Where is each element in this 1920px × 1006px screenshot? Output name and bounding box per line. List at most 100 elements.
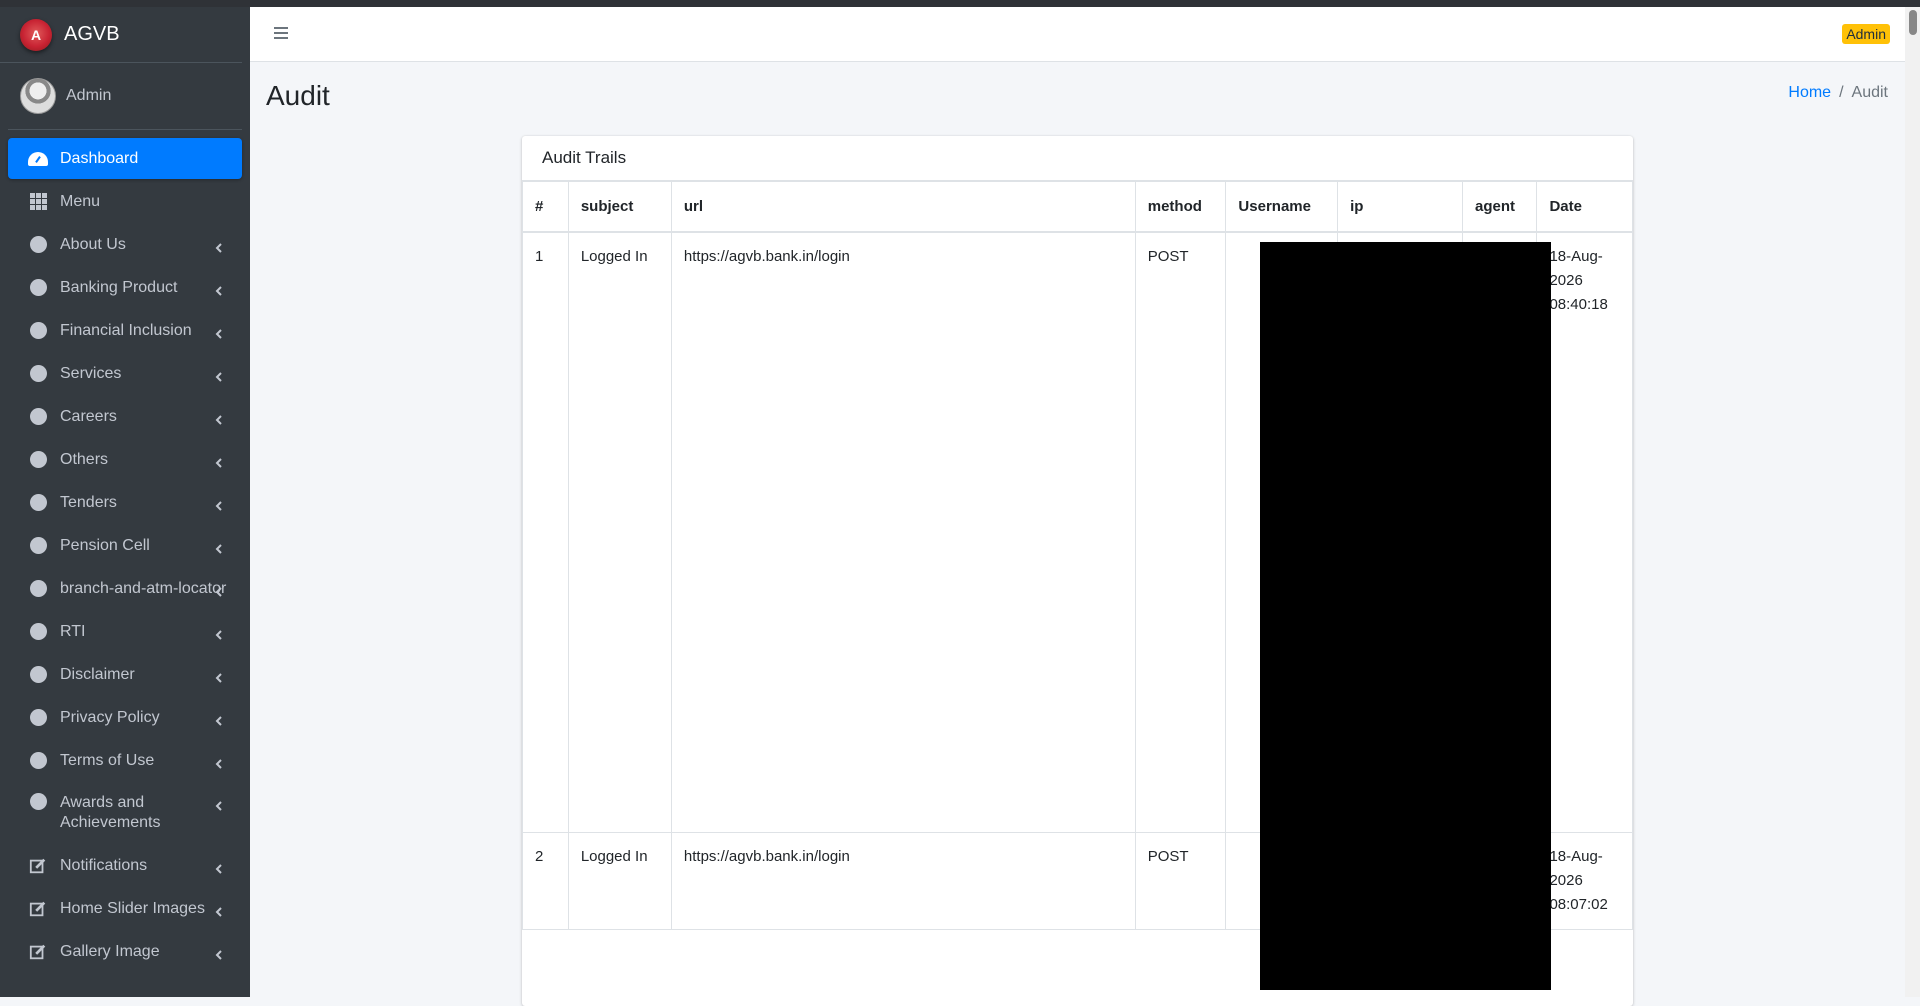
- brand-logo: A: [20, 18, 52, 51]
- circle-icon: [28, 494, 48, 511]
- circle-icon: [28, 623, 48, 640]
- col-header-agent: agent: [1461, 181, 1538, 233]
- chevron-left-icon: [214, 240, 224, 253]
- chevron-left-icon: [214, 670, 224, 683]
- circle-icon: [28, 752, 48, 769]
- sidebar-item-services[interactable]: Services: [8, 353, 242, 394]
- chevron-left-icon: [214, 947, 224, 960]
- cell-method: POST: [1134, 231, 1227, 833]
- sidebar-item-dashboard[interactable]: Dashboard: [8, 138, 242, 179]
- col-header-ip: ip: [1337, 181, 1463, 233]
- content-area: Audit Home / Audit Audit Trails # subject …: [250, 62, 1905, 1006]
- sidebar-item-notifications[interactable]: Notifications: [8, 845, 242, 886]
- scrollbar-thumb[interactable]: [1909, 10, 1917, 35]
- page-title: Audit: [266, 80, 330, 111]
- user-panel[interactable]: Admin: [8, 63, 242, 130]
- cell-subject: Logged In: [567, 231, 672, 833]
- col-header-date: Date: [1536, 181, 1633, 233]
- card-title: Audit Trails: [522, 136, 1633, 181]
- sidebar-item-disclaimer[interactable]: Disclaimer: [8, 654, 242, 695]
- cell-url: https://agvb.bank.in/login: [670, 831, 1136, 930]
- circle-icon: [28, 236, 48, 253]
- cell-method: POST: [1134, 831, 1227, 930]
- sidebar-item-tenders[interactable]: Tenders: [8, 482, 242, 523]
- circle-icon: [28, 451, 48, 468]
- brand-name: AGVB: [64, 23, 120, 45]
- sidebar-item-terms-of-use[interactable]: Terms of Use: [8, 740, 242, 781]
- cell-date: 18-Aug- 2026 08:40:18: [1536, 231, 1633, 833]
- circle-icon: [28, 709, 48, 726]
- date-part: 18-Aug-: [1549, 248, 1603, 265]
- hamburger-menu-icon[interactable]: [274, 27, 288, 41]
- chevron-left-icon: [214, 412, 224, 425]
- chevron-left-icon: [214, 798, 224, 811]
- chevron-left-icon: [214, 326, 224, 339]
- chevron-left-icon: [214, 498, 224, 511]
- dashboard-icon: [28, 151, 48, 166]
- sidebar-item-rti[interactable]: RTI: [8, 611, 242, 652]
- cell-num: 1: [522, 231, 569, 833]
- circle-icon: [28, 322, 48, 339]
- sidebar-item-privacy-policy[interactable]: Privacy Policy: [8, 697, 242, 738]
- breadcrumb-home-link[interactable]: Home: [1788, 84, 1831, 101]
- breadcrumb: Home / Audit: [1788, 84, 1888, 102]
- cell-url: https://agvb.bank.in/login: [670, 231, 1136, 833]
- cell-date: 18-Aug- 2026 08:07:02: [1536, 831, 1633, 930]
- top-strip: [0, 0, 1920, 7]
- sidebar-item-menu[interactable]: Menu: [8, 181, 242, 222]
- chevron-left-icon: [214, 369, 224, 382]
- chevron-left-icon: [214, 756, 224, 769]
- sidebar-item-careers[interactable]: Careers: [8, 396, 242, 437]
- date-part: 08:07:02: [1549, 895, 1608, 913]
- date-part: 18-Aug-: [1549, 847, 1603, 865]
- col-header-method: method: [1134, 181, 1227, 233]
- edit-icon: [28, 857, 48, 875]
- sidebar-item-pension-cell[interactable]: Pension Cell: [8, 525, 242, 566]
- circle-icon: [28, 365, 48, 382]
- sidebar-item-about-us[interactable]: About Us: [8, 224, 242, 265]
- grid-icon: [28, 193, 48, 210]
- sidebar-item-home-slider-images[interactable]: Home Slider Images: [8, 888, 242, 929]
- date-part: 2026: [1549, 871, 1583, 889]
- chevron-left-icon: [214, 541, 224, 554]
- chevron-left-icon: [214, 283, 224, 296]
- chevron-left-icon: [214, 584, 224, 597]
- sidebar-item-label: Dashboard: [60, 149, 139, 167]
- sidebar-item-branch-and-atm-locator[interactable]: branch-and-atm-locator: [8, 568, 242, 609]
- col-header-subject: subject: [567, 181, 672, 233]
- col-header-num: #: [522, 181, 569, 233]
- edit-icon: [28, 943, 48, 961]
- user-name: Admin: [66, 87, 112, 104]
- date-part: 2026: [1549, 272, 1583, 289]
- chevron-left-icon: [214, 904, 224, 917]
- date-part: 08:40:18: [1549, 296, 1608, 313]
- circle-icon: [28, 537, 48, 554]
- page-scrollbar[interactable]: [1905, 7, 1920, 997]
- circle-icon: [28, 580, 48, 597]
- sidebar-item-banking-product[interactable]: Banking Product: [8, 267, 242, 308]
- sidebar-item-awards-and-achievements[interactable]: Awards and Achievements: [8, 783, 242, 843]
- chevron-left-icon: [214, 627, 224, 640]
- breadcrumb-separator: /: [1839, 84, 1844, 101]
- table-header-row: # subject url method Username ip agent D…: [522, 181, 1633, 233]
- circle-icon: [28, 279, 48, 296]
- sidebar: A AGVB Admin Dashboard Menu About Us Bankin…: [0, 7, 250, 997]
- cell-num: 2: [522, 831, 569, 930]
- sidebar-item-financial-inclusion[interactable]: Financial Inclusion: [8, 310, 242, 351]
- circle-icon: [28, 408, 48, 425]
- sidebar-nav: Dashboard Menu About Us Banking Product Fina…: [0, 130, 250, 972]
- avatar: [20, 78, 56, 114]
- chevron-left-icon: [214, 455, 224, 468]
- col-header-url: url: [670, 181, 1136, 233]
- col-header-username: Username: [1225, 181, 1339, 233]
- redaction-block: [1260, 242, 1551, 990]
- admin-badge[interactable]: Admin: [1842, 24, 1890, 44]
- circle-icon: [28, 666, 48, 683]
- sidebar-item-gallery-image[interactable]: Gallery Image: [8, 931, 242, 972]
- sidebar-item-others[interactable]: Others: [8, 439, 242, 480]
- edit-icon: [28, 900, 48, 918]
- circle-icon: [28, 793, 48, 810]
- breadcrumb-current: Audit: [1851, 84, 1888, 101]
- brand[interactable]: A AGVB: [0, 7, 242, 63]
- cell-subject: Logged In: [567, 831, 672, 930]
